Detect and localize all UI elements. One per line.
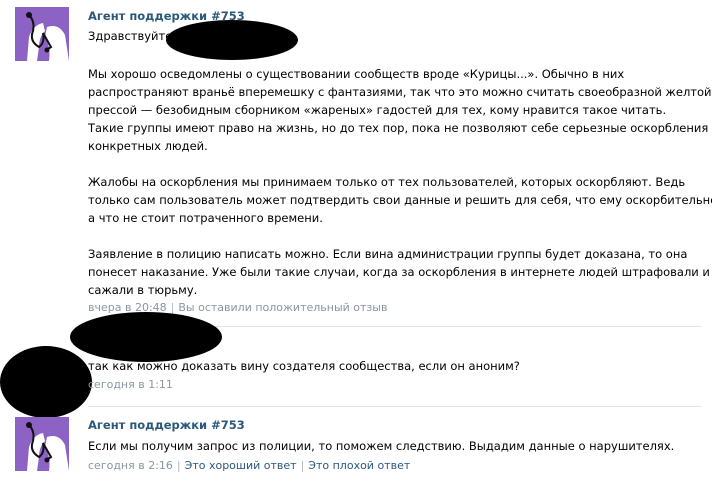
meta-separator: | [176,459,181,472]
message-meta: сегодня в 2:16 | Это хороший ответ | Это пло… [88,459,410,472]
message-agent-1: Агент поддержки #753 Здравствуйте, Мы хо… [0,0,712,320]
rate-good-link[interactable]: Это хороший ответ [185,459,297,472]
message-text-line: Жалобы на оскорбления мы принимаем тольк… [88,175,686,189]
message-agent-2: Агент поддержки #753 Если мы получим зап… [0,406,712,488]
message-text: так как можно доказать вину создателя со… [88,359,520,373]
agent-avatar-icon[interactable] [15,7,69,61]
message-text: Если мы получим запрос из полиции, то по… [88,439,675,453]
message-text-line: понесет наказание. Уже были такие случаи… [88,265,710,279]
redacted-username [166,20,298,60]
timestamp[interactable]: сегодня в 1:11 [88,378,173,391]
message-text-line: Такие группы имеют право на жизнь, но до… [88,121,709,135]
message-text-line: Заявление в полицию написать можно. Если… [88,247,688,261]
message-text-line: конкретных людей. [88,139,208,153]
feedback-status: Вы оставили положительный отзыв [178,301,388,314]
author-name[interactable]: Агент поддержки #753 [88,418,245,432]
meta-separator: | [300,459,305,472]
meta-separator: | [170,301,175,314]
rate-bad-link[interactable]: Это плохой ответ [308,459,410,472]
message-text-line: Мы хорошо осведомлены о существовании со… [88,67,625,81]
agent-avatar-icon[interactable] [15,417,69,471]
timestamp[interactable]: сегодня в 2:16 [88,459,173,472]
message-text-line: прессой — безобидным сборником «жареных»… [88,103,667,117]
greeting: Здравствуйте, [88,29,176,43]
message-text-line: сажали в тюрьму. [88,283,198,297]
redacted-user-name [70,312,222,362]
message-user: так как можно доказать вину создателя со… [0,312,712,418]
message-text-line: распространяют враньё вперемешку с фанта… [88,85,712,99]
message-text-line: а что не стоит потраченного времени. [88,211,323,225]
message-meta: сегодня в 1:11 [88,378,173,391]
message-text-line: только сам пользователь может подтвердит… [88,193,712,207]
